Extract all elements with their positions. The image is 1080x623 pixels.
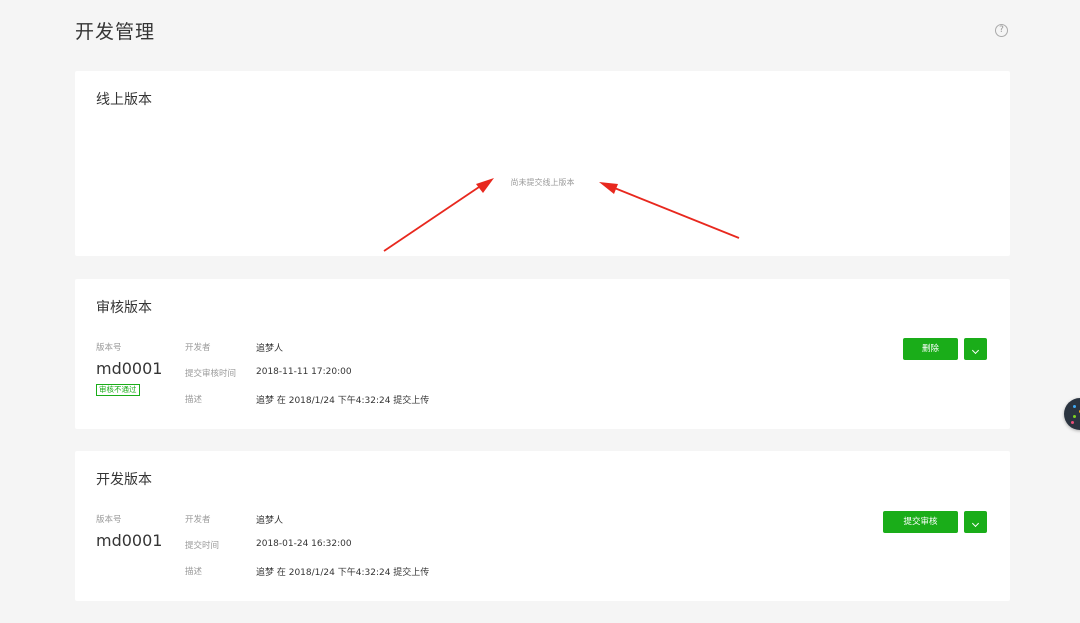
developer-value: 追梦人 <box>256 516 284 526</box>
review-version-title: 审核版本 <box>96 300 152 316</box>
dot-blue <box>1073 405 1076 408</box>
online-version-title: 线上版本 <box>96 92 152 108</box>
submit-time-value: 2018-01-24 16:32:00 <box>256 539 352 549</box>
question-circle-icon[interactable]: ? <box>995 24 1008 37</box>
developer-value: 追梦人 <box>256 344 284 354</box>
description-label: 描述 <box>185 567 203 577</box>
chevron-down-icon <box>971 519 980 528</box>
version-number: md0001 <box>96 531 163 550</box>
description-value: 追梦 在 2018/1/24 下午4:32:24 提交上传 <box>256 396 430 406</box>
online-version-card: 线上版本 尚未提交线上版本 <box>75 71 1010 256</box>
submit-review-button[interactable]: 提交审核 <box>883 511 958 533</box>
floating-assistant-button[interactable] <box>1064 398 1080 430</box>
dot-green <box>1073 415 1076 418</box>
developer-label: 开发者 <box>185 343 211 353</box>
submit-review-time-value: 2018-11-11 17:20:00 <box>256 367 352 377</box>
review-version-card: 审核版本 版本号 md0001 审核不通过 开发者 追梦人 提交审核时间 201… <box>75 279 1010 429</box>
version-number: md0001 <box>96 359 163 378</box>
status-badge: 审核不通过 <box>96 384 140 396</box>
version-number-label: 版本号 <box>96 515 122 525</box>
annotation-arrow-left <box>383 178 494 252</box>
submit-time-label: 提交时间 <box>185 541 220 551</box>
review-more-button[interactable] <box>964 338 987 360</box>
submit-review-time-label: 提交审核时间 <box>185 369 237 379</box>
delete-button[interactable]: 删除 <box>903 338 958 360</box>
chevron-down-icon <box>971 346 980 355</box>
dev-version-card: 开发版本 版本号 md0001 开发者 追梦人 提交时间 2018-01-24 … <box>75 451 1010 601</box>
developer-label: 开发者 <box>185 515 211 525</box>
version-number-label: 版本号 <box>96 343 122 353</box>
description-label: 描述 <box>185 395 203 405</box>
dev-more-button[interactable] <box>964 511 987 533</box>
empty-state-text: 尚未提交线上版本 <box>510 178 575 187</box>
annotation-arrow-right <box>599 182 740 239</box>
page-title: 开发管理 <box>75 21 156 43</box>
description-value: 追梦 在 2018/1/24 下午4:32:24 提交上传 <box>256 568 430 578</box>
dot-pink <box>1071 421 1074 424</box>
dev-version-title: 开发版本 <box>96 472 152 488</box>
annotation-arrows <box>383 178 740 252</box>
